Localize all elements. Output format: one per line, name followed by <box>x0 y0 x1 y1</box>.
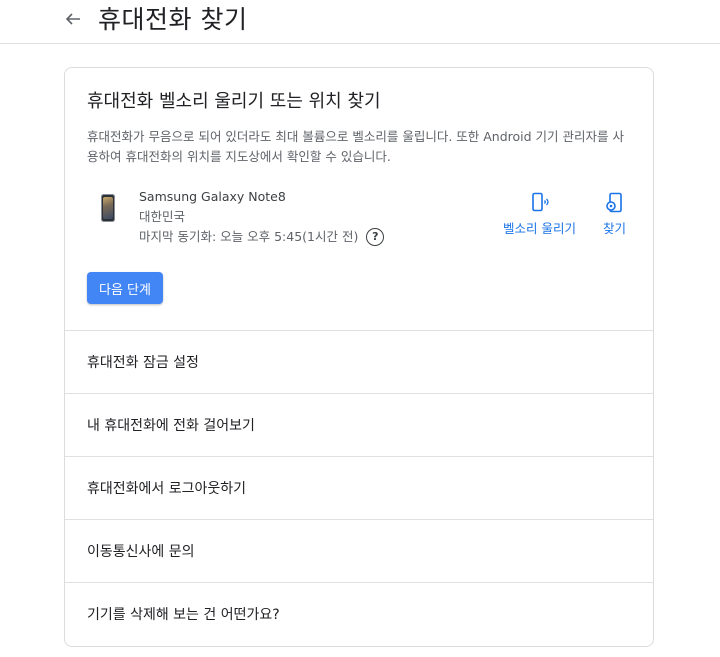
arrow-back-icon <box>65 13 80 25</box>
options-list: 휴대전화 잠금 설정 내 휴대전화에 전화 걸어보기 휴대전화에서 로그아웃하기… <box>65 330 653 645</box>
find-button[interactable]: 찾기 <box>603 192 626 237</box>
option-call-phone[interactable]: 내 휴대전화에 전화 걸어보기 <box>65 393 653 456</box>
back-button[interactable] <box>62 8 84 30</box>
option-label: 이동통신사에 문의 <box>87 544 195 560</box>
phone-locate-icon <box>605 192 622 213</box>
find-phone-card: 휴대전화 벨소리 울리기 또는 위치 찾기 휴대전화가 무음으로 되어 있더라도… <box>64 67 654 647</box>
option-lock-phone[interactable]: 휴대전화 잠금 설정 <box>65 330 653 393</box>
top-bar: 휴대전화 찾기 <box>0 0 720 44</box>
page-title: 휴대전화 찾기 <box>98 5 248 34</box>
find-label: 찾기 <box>603 221 627 236</box>
option-sign-out[interactable]: 휴대전화에서 로그아웃하기 <box>65 456 653 519</box>
card-title: 휴대전화 벨소리 울리기 또는 위치 찾기 <box>87 91 381 112</box>
device-info: Samsung Galaxy Note8 대한민국 마지막 동기화: 오늘 오후… <box>139 187 385 247</box>
phone-ring-icon <box>532 192 550 212</box>
last-sync-text: 마지막 동기화: 오늘 오후 5:45(1시간 전) <box>139 229 359 244</box>
device-last-sync: 마지막 동기화: 오늘 오후 5:45(1시간 전) ? <box>139 227 385 247</box>
option-erase-device[interactable]: 기기를 삭제해 보는 건 어떤가요? <box>65 582 653 645</box>
option-label: 휴대전화 잠금 설정 <box>87 355 199 371</box>
option-contact-carrier[interactable]: 이동통신사에 문의 <box>65 519 653 582</box>
ring-label: 벨소리 울리기 <box>503 221 576 236</box>
card-description: 휴대전화가 무음으로 되어 있더라도 최대 볼륨으로 벨소리를 울립니다. 또한… <box>87 129 624 164</box>
option-label: 휴대전화에서 로그아웃하기 <box>87 481 247 497</box>
help-icon[interactable]: ? <box>366 228 385 246</box>
device-name: Samsung Galaxy Note8 <box>139 189 286 204</box>
device-image <box>101 194 115 222</box>
ring-button[interactable]: 벨소리 울리기 <box>503 192 576 237</box>
next-step-button[interactable]: 다음 단계 <box>87 272 163 304</box>
option-label: 기기를 삭제해 보는 건 어떤가요? <box>87 607 280 623</box>
option-label: 내 휴대전화에 전화 걸어보기 <box>87 418 255 434</box>
device-country: 대한민국 <box>139 209 186 224</box>
